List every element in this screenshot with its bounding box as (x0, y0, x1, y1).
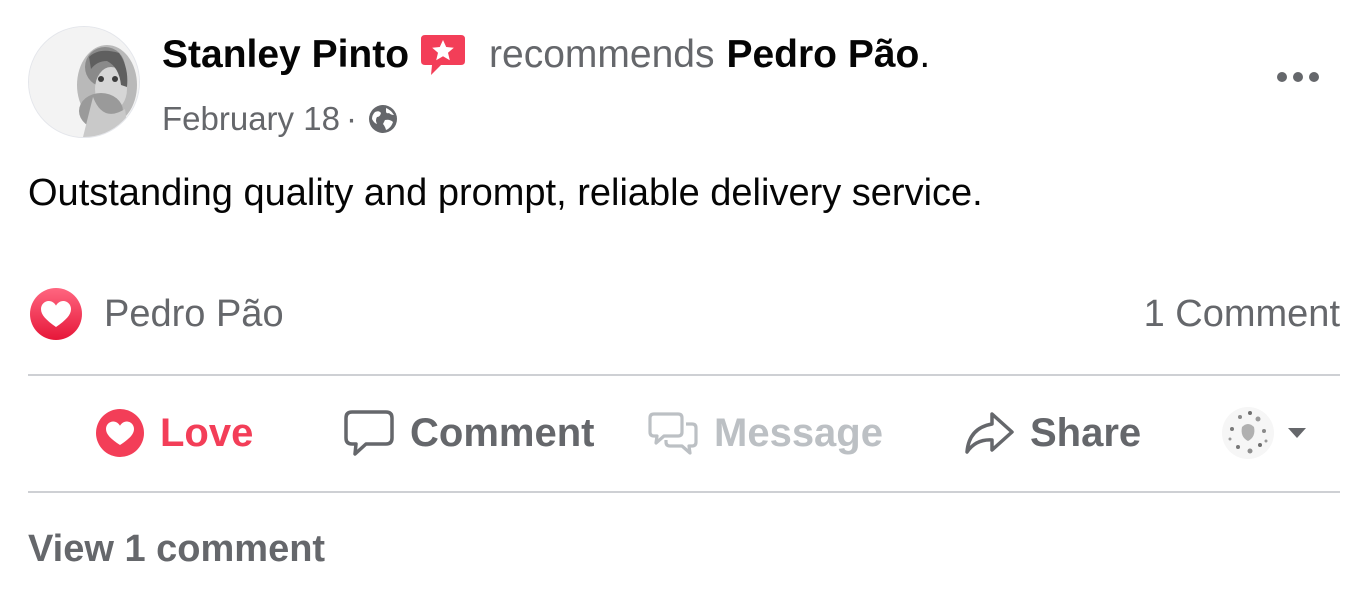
messenger-icon (648, 412, 698, 455)
reactions-summary-row: Pedro Pão 1 Comment (28, 285, 1340, 343)
love-button-label: Love (160, 410, 254, 455)
post-header: Stanley Pinto recommends Pedro Pão. (162, 30, 930, 80)
share-button[interactable]: Share (962, 378, 1141, 488)
meta-separator: · (345, 100, 357, 137)
divider-bottom (28, 491, 1340, 493)
comment-count-link[interactable]: 1 Comment (1144, 285, 1340, 343)
post-body-text: Outstanding quality and prompt, reliable… (28, 172, 983, 214)
post-meta: February 18 · (162, 98, 399, 140)
more-options-icon (1277, 72, 1319, 82)
comment-button-label: Comment (410, 410, 595, 455)
recommends-text: recommends (489, 33, 715, 76)
recommendation-star-badge-icon (419, 31, 467, 79)
action-bar: Love Comment Message Share (28, 378, 1340, 488)
page-avatar-icon (1222, 407, 1274, 459)
globe-icon[interactable] (367, 103, 399, 135)
share-button-label: Share (1030, 410, 1142, 455)
reaction-summary[interactable]: Pedro Pão (28, 285, 284, 343)
comment-bubble-icon (344, 410, 394, 456)
recommended-page-name[interactable]: Pedro Pão (726, 30, 919, 80)
caret-down-icon (1288, 428, 1306, 438)
message-button-label: Message (714, 410, 883, 455)
divider-top (28, 374, 1340, 376)
heart-icon (96, 409, 144, 457)
share-arrow-icon (965, 412, 1014, 454)
love-button[interactable]: Love (94, 378, 253, 488)
author-avatar[interactable] (28, 26, 140, 138)
recommendation-post: Stanley Pinto recommends Pedro Pão. Febr… (0, 0, 1364, 605)
post-date[interactable]: February 18 (162, 100, 340, 138)
comment-button[interactable]: Comment (342, 378, 594, 488)
reactor-name: Pedro Pão (104, 292, 284, 335)
author-name[interactable]: Stanley Pinto (162, 30, 409, 80)
more-options-button[interactable] (1268, 62, 1328, 92)
profile-photo (29, 27, 139, 137)
audience-selector[interactable] (1220, 378, 1308, 488)
love-reaction-icon (30, 288, 82, 340)
view-comments-link[interactable]: View 1 comment (28, 528, 325, 571)
header-period: . (919, 33, 931, 76)
message-button[interactable]: Message (646, 378, 883, 488)
